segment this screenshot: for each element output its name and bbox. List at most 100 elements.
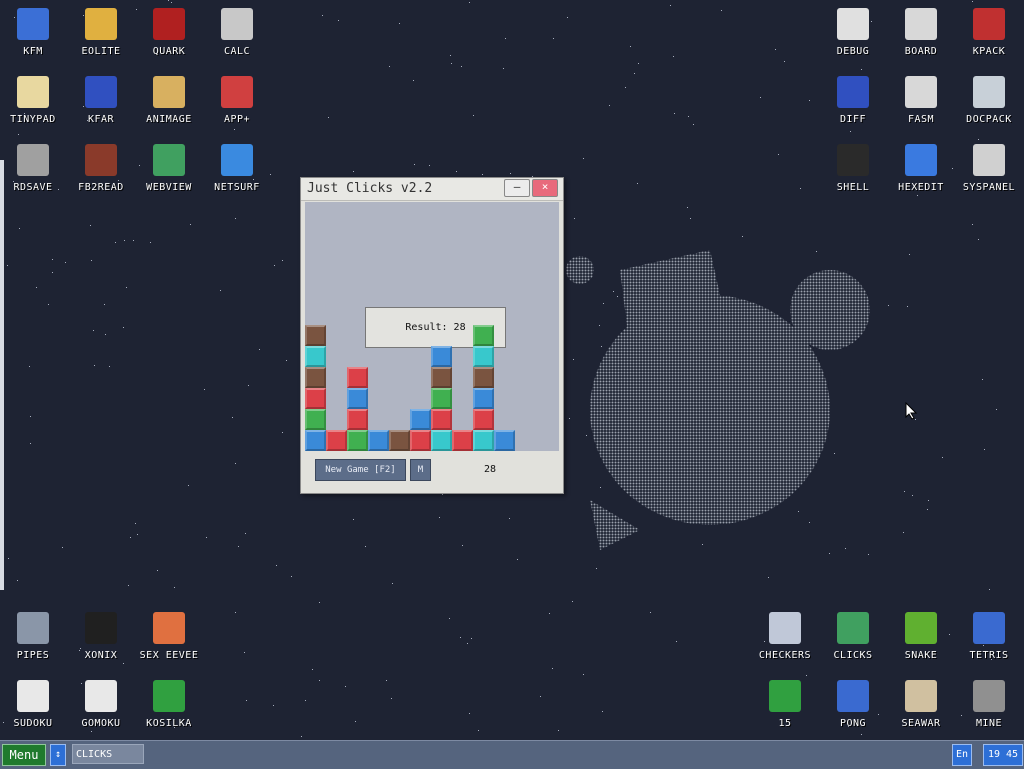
desktop-icon-mine[interactable]: MINE	[955, 672, 1023, 736]
m-button[interactable]: M	[410, 459, 431, 481]
desktop-icon-fb2read[interactable]: FB2READ	[67, 136, 135, 200]
ship-icon	[905, 680, 937, 712]
notepad-icon	[17, 76, 49, 108]
webview-icon	[153, 144, 185, 176]
desktop-icon-sudoku[interactable]: SUDOKU	[0, 672, 67, 736]
archive-icon	[85, 76, 117, 108]
desktop-icon-label: CALC	[223, 46, 251, 57]
game-block[interactable]	[473, 430, 494, 451]
desktop-icon-netsurf[interactable]: NETSURF	[203, 136, 271, 200]
menu-button[interactable]: Menu	[2, 744, 46, 766]
game-block[interactable]	[305, 430, 326, 451]
desktop-icon-label: PIPES	[16, 650, 50, 661]
desktop-icon-webview[interactable]: WEBVIEW	[135, 136, 203, 200]
desktop-icon-tinypad[interactable]: TINYPAD	[0, 68, 67, 132]
desktop-icon-label: GOMOKU	[81, 718, 121, 729]
desktop-icon-rdsave[interactable]: RDSAVE	[0, 136, 67, 200]
desktop-icon-hexedit[interactable]: HEXEDIT	[887, 136, 955, 200]
desktop-icon-label: XONIX	[84, 650, 118, 661]
tetris-icon	[973, 612, 1005, 644]
desktop-icon-app-[interactable]: APP+	[203, 68, 271, 132]
desktop-icon-sex-eevee[interactable]: SEX EEVEE	[135, 604, 203, 668]
game-block[interactable]	[305, 325, 326, 346]
game-block[interactable]	[431, 346, 452, 367]
game-block[interactable]	[473, 409, 494, 430]
floppy-icon	[17, 8, 49, 40]
window-titlebar[interactable]: Just Clicks v2.2 – ×	[301, 178, 563, 201]
desktop-icon-board[interactable]: BOARD	[887, 0, 955, 64]
desktop-icon-eolite[interactable]: EOLITE	[67, 0, 135, 64]
close-button[interactable]: ×	[532, 179, 558, 197]
desktop-icon-tetris[interactable]: TETRIS	[955, 604, 1023, 668]
desktop-icon-label: DOCPACK	[966, 114, 1012, 125]
desktop-icon-label: WEBVIEW	[146, 182, 192, 193]
desktop-icon-docpack[interactable]: DOCPACK	[955, 68, 1023, 132]
desktop-icon-label: PONG	[839, 718, 867, 729]
gomoku-icon	[85, 680, 117, 712]
wrench-icon	[973, 8, 1005, 40]
game-block[interactable]	[347, 367, 368, 388]
game-block[interactable]	[431, 409, 452, 430]
desktop-icon-label: APP+	[223, 114, 251, 125]
game-block[interactable]	[305, 388, 326, 409]
desktop-icon-label: KOSILKA	[146, 718, 192, 729]
game-block[interactable]	[368, 430, 389, 451]
desktop-icon-seawar[interactable]: SEAWAR	[887, 672, 955, 736]
game-block[interactable]	[347, 409, 368, 430]
switch-arrows-button[interactable]: ↕	[50, 744, 66, 766]
game-block[interactable]	[431, 367, 452, 388]
desktop-icon-fasm[interactable]: FASM	[887, 68, 955, 132]
desktop-icon-calc[interactable]: CALC	[203, 0, 271, 64]
game-block[interactable]	[452, 430, 473, 451]
game-block[interactable]	[431, 388, 452, 409]
game-block[interactable]	[347, 430, 368, 451]
game-block[interactable]	[326, 430, 347, 451]
desktop-icon-shell[interactable]: SHELL	[819, 136, 887, 200]
game-block[interactable]	[431, 430, 452, 451]
desktop-icon-snake[interactable]: SNAKE	[887, 604, 955, 668]
new-game-button[interactable]: New Game [F2]	[315, 459, 406, 481]
desktop-icon-label: NETSURF	[214, 182, 260, 193]
language-indicator[interactable]: En	[952, 744, 972, 766]
desktop-icon-animage[interactable]: ANIMAGE	[135, 68, 203, 132]
game-block[interactable]	[473, 388, 494, 409]
desktop-icon-kfm[interactable]: KFM	[0, 0, 67, 64]
game-block[interactable]	[305, 409, 326, 430]
game-block[interactable]	[494, 430, 515, 451]
game-block[interactable]	[410, 409, 431, 430]
taskbar-item-clicks[interactable]: CLICKS	[72, 744, 144, 764]
game-block[interactable]	[305, 346, 326, 367]
pong-icon	[837, 680, 869, 712]
sliders-icon	[973, 144, 1005, 176]
clock[interactable]: 19 45	[983, 744, 1023, 766]
hex-icon	[905, 144, 937, 176]
desktop-icon-label: 15	[778, 718, 792, 729]
left-panel-edge	[0, 160, 4, 590]
desktop-icon-15[interactable]: 15	[751, 672, 819, 736]
desktop-icon-debug[interactable]: DEBUG	[819, 0, 887, 64]
game-block[interactable]	[347, 388, 368, 409]
desktop-icon-pipes[interactable]: PIPES	[0, 604, 67, 668]
desktop-icon-quark[interactable]: QUARK	[135, 0, 203, 64]
game-block[interactable]	[389, 430, 410, 451]
desktop-icon-syspanel[interactable]: SYSPANEL	[955, 136, 1023, 200]
desktop-icon-checkers[interactable]: CHECKERS	[751, 604, 819, 668]
desktop-icon-diff[interactable]: DIFF	[819, 68, 887, 132]
desktop-icon-kpack[interactable]: KPACK	[955, 0, 1023, 64]
diff-icon	[837, 76, 869, 108]
game-block[interactable]	[473, 346, 494, 367]
save-disk-icon	[17, 144, 49, 176]
desktop-icon-xonix[interactable]: XONIX	[67, 604, 135, 668]
game-block[interactable]	[410, 430, 431, 451]
minimize-button[interactable]: –	[504, 179, 530, 197]
game-block[interactable]	[473, 325, 494, 346]
desktop-icon-gomoku[interactable]: GOMOKU	[67, 672, 135, 736]
desktop-icon-clicks[interactable]: CLICKS	[819, 604, 887, 668]
desktop-icon-kosilka[interactable]: KOSILKA	[135, 672, 203, 736]
desktop-icon-kfar[interactable]: KFAR	[67, 68, 135, 132]
desktop-icon-pong[interactable]: PONG	[819, 672, 887, 736]
game-block[interactable]	[305, 367, 326, 388]
paint-tools-icon	[153, 76, 185, 108]
game-field[interactable]: Result: 28	[305, 202, 559, 451]
game-block[interactable]	[473, 367, 494, 388]
